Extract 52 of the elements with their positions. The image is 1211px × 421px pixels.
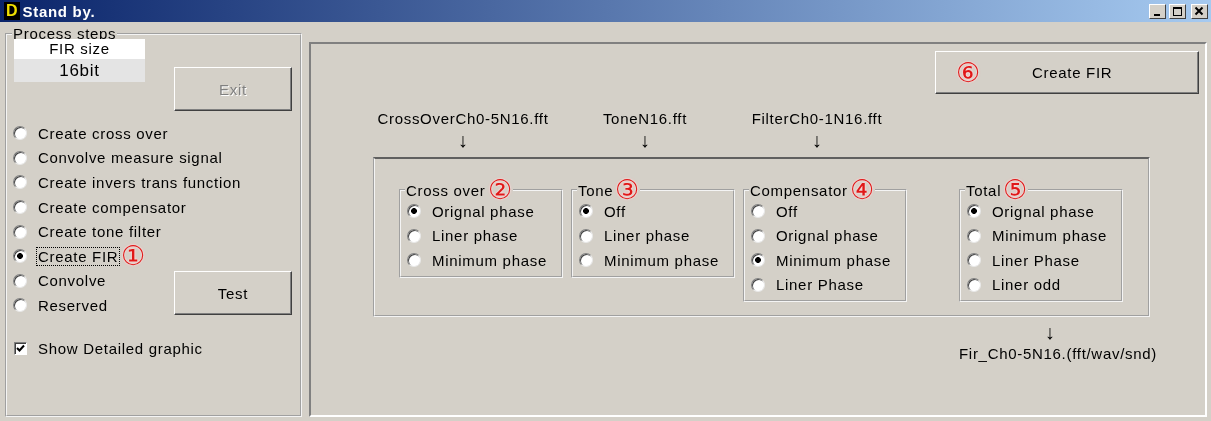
test-button[interactable]: Test (174, 271, 292, 316)
marker-number: ① (121, 245, 146, 268)
app-logo: D (4, 2, 20, 20)
radio-button[interactable]: Reserved (13, 293, 109, 318)
file-name: FilterCh0-1N16.fft (751, 110, 883, 127)
radio-button[interactable]: Off (579, 199, 733, 224)
window-title: Stand by. (22, 2, 97, 20)
down-arrow: ↓ (457, 128, 469, 153)
radio-button[interactable]: Convolve (13, 268, 108, 294)
radio-button[interactable]: Create compensator (13, 194, 188, 220)
marker-number: ⑥ (956, 61, 980, 84)
checkmark-icon (16, 343, 25, 353)
radio-button[interactable]: Orignal phase (407, 199, 561, 224)
radio-button[interactable]: Minimum phase (751, 248, 905, 273)
radio-button[interactable]: Minimum phase (407, 248, 561, 273)
down-arrow: ↓ (1044, 320, 1056, 345)
group-title: Total (966, 181, 1002, 199)
group-title: Tone (578, 181, 614, 199)
group-title: Compensator (750, 181, 848, 199)
file-name: Fir_Ch0-5N16.(fft/wav/snd) (959, 345, 1157, 362)
create-fir-button[interactable]: ⑥ Create FIR (935, 51, 1199, 94)
radio-button[interactable]: Create FIR (13, 243, 120, 269)
radio-button[interactable]: Liner phase (407, 223, 561, 248)
file-name: CrossOverCh0-5N16.fft (377, 110, 549, 127)
radio-button[interactable]: Liner Phase (751, 272, 905, 297)
minimize-button[interactable] (1149, 3, 1166, 19)
radio-button[interactable]: Orignal phase (751, 223, 905, 248)
maximize-button[interactable] (1169, 3, 1186, 19)
radio-button[interactable]: Minimum phase (579, 248, 733, 273)
radio-button[interactable]: Orignal phase (967, 199, 1121, 224)
radio-button[interactable]: Liner Phase (967, 248, 1121, 273)
fir-size-value: 16bit (14, 59, 145, 82)
marker-number: ② (487, 179, 512, 201)
radio-button[interactable]: Minimum phase (967, 223, 1121, 248)
down-arrow: ↓ (639, 128, 651, 153)
radio-button[interactable]: Convolve measure signal (13, 145, 224, 171)
marker-number: ⑤ (1003, 179, 1028, 201)
radio-button[interactable]: Create tone filter (13, 219, 163, 244)
radio-button[interactable]: Liner phase (579, 223, 733, 248)
radio-button[interactable]: Off (751, 199, 905, 224)
close-button[interactable] (1191, 3, 1208, 19)
fir-size-label: FIR size (14, 39, 145, 59)
radio-button[interactable]: Create invers trans function (13, 170, 243, 195)
radio-button[interactable]: Create cross over (13, 121, 170, 146)
group-title: Cross over (406, 181, 486, 199)
marker-number: ④ (849, 179, 874, 201)
show-detailed-graphic-checkbox[interactable]: Show Detailed graphic (12, 339, 300, 357)
file-name: ToneN16.fft (602, 110, 688, 127)
group-title: Process steps (13, 25, 117, 42)
radio-button[interactable]: Liner odd (967, 272, 1121, 297)
down-arrow: ↓ (811, 128, 823, 153)
marker-number: ③ (615, 179, 640, 201)
